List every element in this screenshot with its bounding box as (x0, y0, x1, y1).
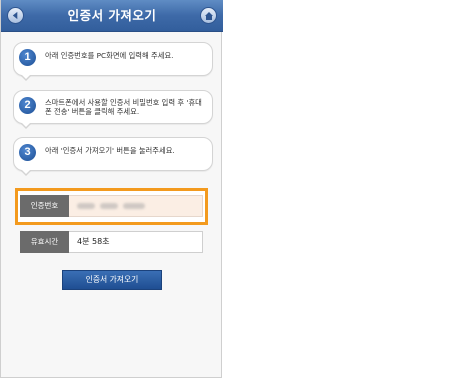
mobile-screen: 인증서 가져오기 1 아래 인증번호를 PC화면에 입력해 주세요. 2 스마트… (0, 0, 223, 378)
auth-code-row: 인증번호 (20, 195, 203, 217)
import-certificate-button[interactable]: 인증서 가져오기 (62, 270, 162, 290)
auth-code-label: 인증번호 (20, 195, 69, 217)
page-title: 인증서 가져오기 (67, 8, 157, 23)
step-3-text: 아래 '인증서 가져오기' 버튼을 눌러주세요. (45, 146, 175, 155)
step-number-badge: 1 (19, 49, 36, 66)
step-3-bubble: 3 아래 '인증서 가져오기' 버튼을 눌러주세요. (13, 137, 213, 176)
valid-time-label: 유효시간 (20, 231, 69, 253)
app-header: 인증서 가져오기 (1, 0, 223, 32)
redacted-digits (77, 203, 95, 209)
valid-time-row: 유효시간 4분 58초 (20, 231, 203, 253)
step-number-badge: 3 (19, 144, 36, 161)
valid-time-value: 4분 58초 (69, 231, 203, 253)
home-icon (204, 11, 213, 20)
step-number-badge: 2 (19, 97, 36, 114)
step-1-bubble: 1 아래 인증번호를 PC화면에 입력해 주세요. (13, 42, 213, 81)
step-2-bubble: 2 스마트폰에서 사용할 인증서 비밀번호 입력 후 '휴대폰 전송' 버튼을 … (13, 90, 213, 129)
redacted-digits (123, 203, 145, 209)
step-1-text: 아래 인증번호를 PC화면에 입력해 주세요. (45, 51, 174, 60)
redacted-digits (100, 203, 118, 209)
home-button[interactable] (200, 7, 217, 24)
step-2-text: 스마트폰에서 사용할 인증서 비밀번호 입력 후 '휴대폰 전송' 버튼을 클릭… (45, 98, 202, 116)
auth-code-value (69, 195, 203, 217)
